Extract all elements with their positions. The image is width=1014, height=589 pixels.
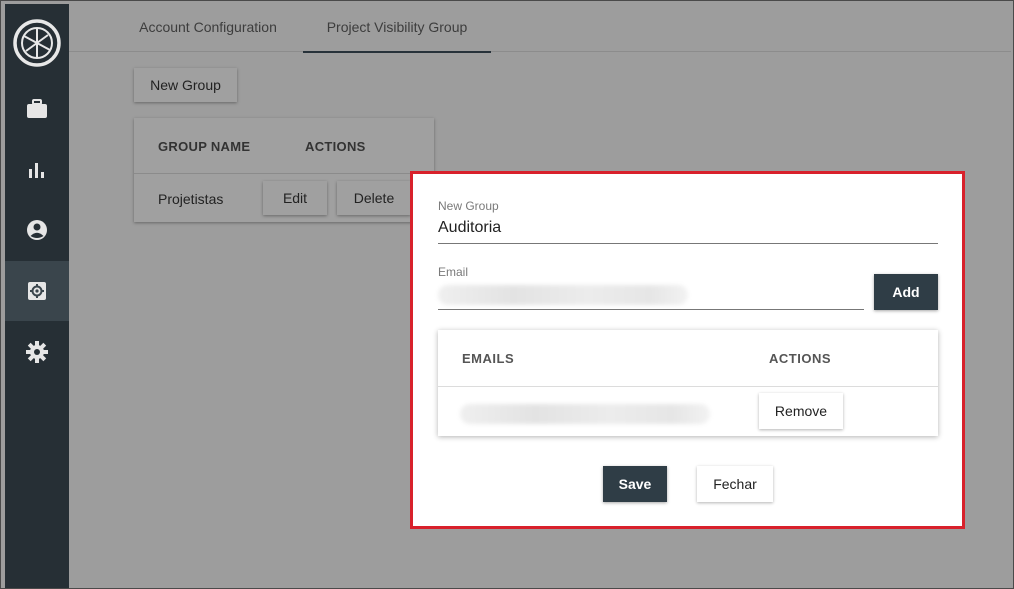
admin-settings-icon: [28, 282, 46, 300]
close-button[interactable]: Fechar: [697, 466, 773, 502]
sidebar-item-account[interactable]: [5, 200, 69, 260]
column-header-group-name: GROUP NAME: [158, 139, 251, 154]
gear-icon: [26, 341, 48, 363]
email-underline: [438, 309, 864, 310]
bar-chart-icon: [29, 163, 44, 178]
group-name-cell: Projetistas: [158, 191, 224, 207]
column-header-actions: ACTIONS: [305, 139, 366, 154]
save-button[interactable]: Save: [603, 466, 667, 502]
delete-button[interactable]: Delete: [337, 181, 411, 215]
edit-button[interactable]: Edit: [263, 181, 327, 215]
email-cell: [460, 404, 710, 424]
tab-project-visibility-group[interactable]: Project Visibility Group: [303, 4, 491, 53]
email-input[interactable]: [438, 285, 688, 305]
group-name-input[interactable]: Auditoria: [438, 219, 501, 237]
column-header-email-actions: ACTIONS: [769, 351, 831, 366]
sidebar-item-projects[interactable]: [5, 79, 69, 139]
sidebar-item-admin[interactable]: [5, 261, 69, 321]
groups-table: GROUP NAME ACTIONS Projetistas Edit Dele…: [134, 118, 434, 222]
add-email-button[interactable]: Add: [874, 274, 938, 310]
top-tab-bar: Account Configuration Project Visibility…: [69, 4, 1011, 53]
table-divider: [134, 173, 434, 174]
logo-icon[interactable]: [12, 18, 62, 68]
emails-table: EMAILS ACTIONS Remove: [438, 330, 938, 436]
app-window: Account Configuration Project Visibility…: [0, 0, 1014, 589]
group-name-underline: [438, 243, 938, 244]
emails-table-divider: [438, 386, 938, 387]
column-header-emails: EMAILS: [462, 351, 515, 366]
sidebar-item-reports[interactable]: [5, 140, 69, 200]
sidebar: [5, 4, 69, 588]
account-circle-icon: [27, 220, 47, 240]
tab-account-configuration[interactable]: Account Configuration: [115, 4, 301, 51]
briefcase-icon: [27, 99, 47, 118]
group-name-label: New Group: [438, 199, 499, 213]
new-group-button[interactable]: New Group: [134, 68, 237, 102]
email-label: Email: [438, 265, 469, 279]
new-group-modal: New Group Auditoria Email Add EMAILS ACT…: [410, 171, 965, 529]
sidebar-item-settings[interactable]: [5, 322, 69, 382]
remove-email-button[interactable]: Remove: [759, 393, 843, 429]
